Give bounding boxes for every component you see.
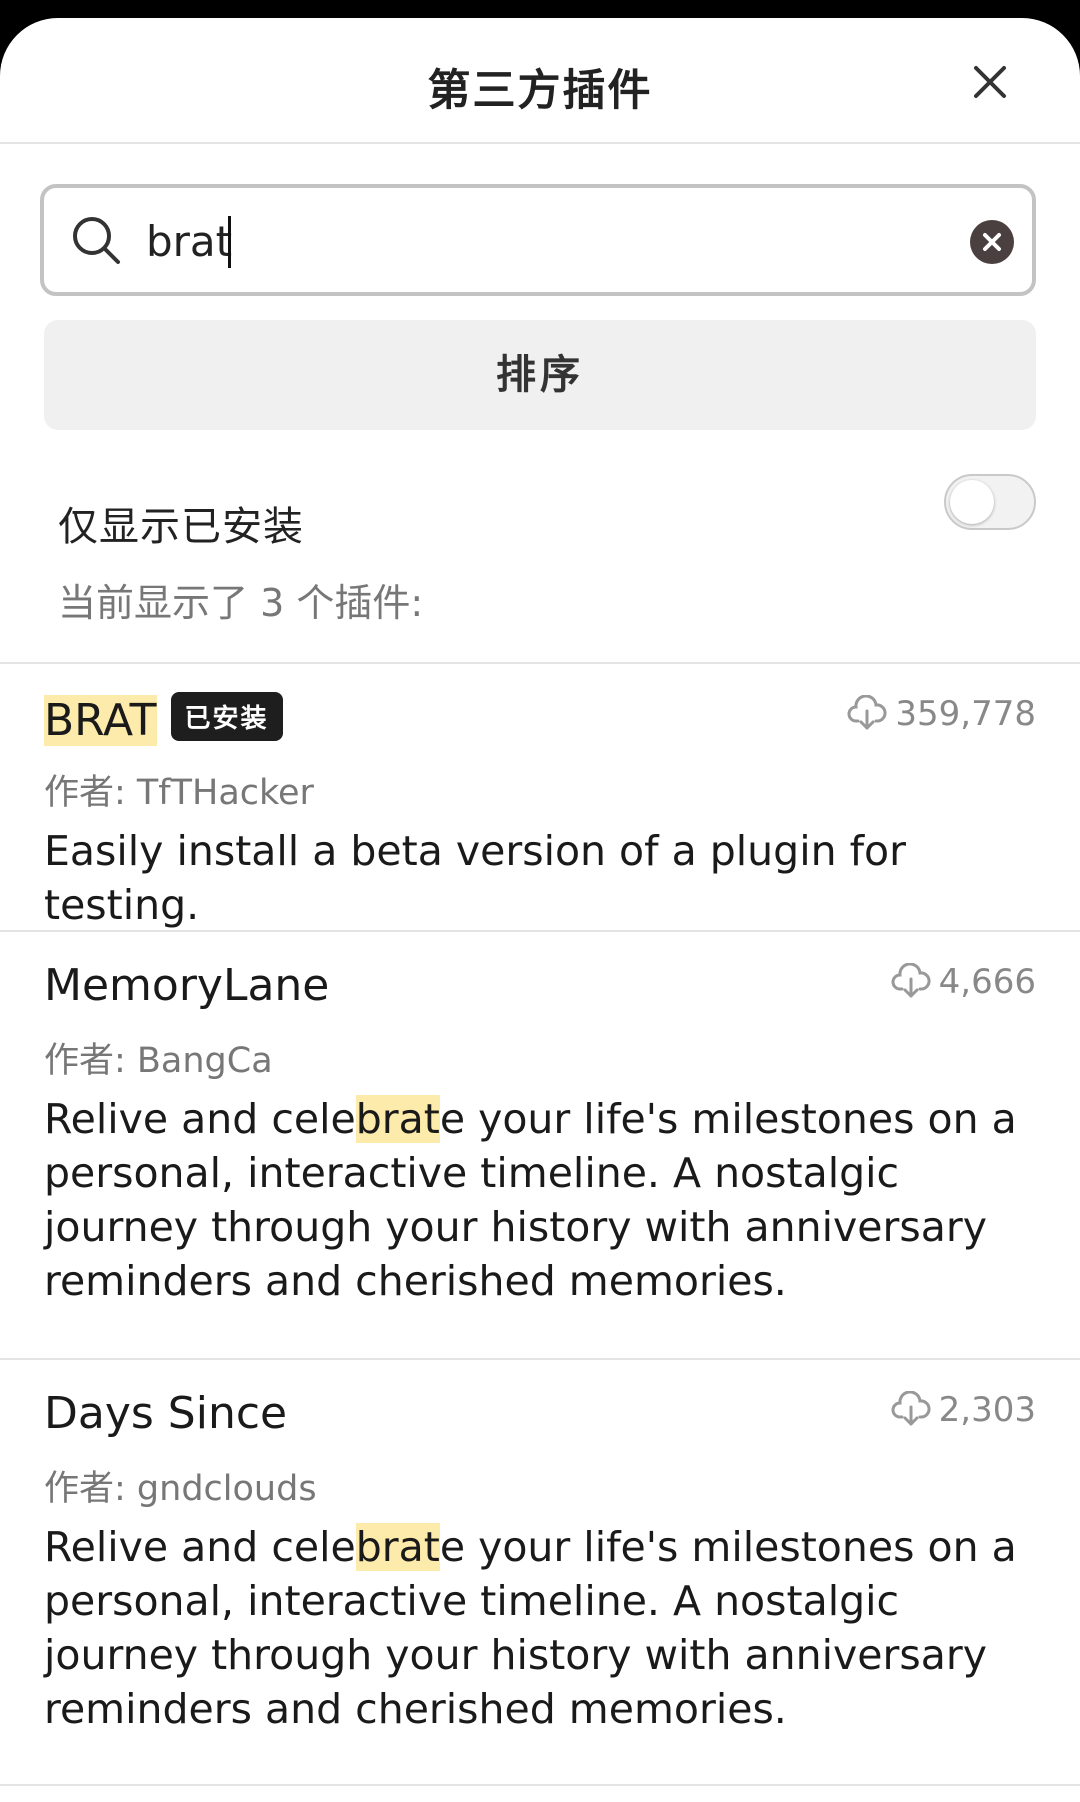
divider (0, 662, 1080, 664)
plugin-sheet: 第三方插件 brat 排序 仅显示已安装 当前显示了 3 个插件: BRAT 已安… (0, 18, 1080, 1802)
clear-icon (983, 233, 1001, 251)
download-count: 4,666 (891, 962, 1036, 1002)
divider (0, 930, 1080, 932)
installed-only-toggle[interactable] (944, 474, 1036, 530)
download-count: 359,778 (847, 694, 1036, 734)
header: 第三方插件 (0, 18, 1080, 144)
plugin-item-brat[interactable]: BRAT 已安装 359,778 作者: TfTHacker Easily ins… (0, 692, 1080, 929)
text-caret (228, 216, 232, 268)
plugin-author: 作者: gndclouds (44, 1469, 317, 1509)
plugin-author: 作者: BangCa (44, 1041, 273, 1081)
download-count: 2,303 (891, 1390, 1036, 1430)
search-icon (73, 217, 120, 264)
divider (0, 1784, 1080, 1786)
plugin-description: Relive and celebrate your life's milesto… (44, 1092, 1034, 1308)
plugin-description: Easily install a beta version of a plugi… (44, 827, 906, 929)
close-icon (974, 66, 1006, 98)
name-highlight: BRAT (44, 695, 157, 746)
download-icon (891, 963, 931, 998)
search-input[interactable]: brat (146, 214, 232, 270)
plugin-name: BRAT 已安装 (44, 692, 283, 746)
download-value: 4,666 (938, 962, 1036, 1002)
desc-highlight: brat (355, 1095, 440, 1143)
download-icon (847, 695, 887, 730)
page-title: 第三方插件 (427, 66, 653, 116)
close-button[interactable] (968, 60, 1012, 104)
plugin-name: Days Since (44, 1388, 288, 1439)
clear-search-button[interactable] (970, 220, 1014, 264)
plugin-author: 作者: TfTHacker (44, 773, 314, 813)
desc-text: Relive and cele (44, 1095, 356, 1143)
plugin-item-days-since[interactable]: Days Since 2,303 作者: gndclouds Relive an… (0, 1388, 1080, 1758)
divider (0, 1358, 1080, 1360)
download-value: 359,778 (895, 694, 1036, 734)
download-icon (891, 1391, 931, 1426)
plugin-description: Relive and celebrate your life's milesto… (44, 1520, 1034, 1736)
installed-badge: 已安装 (170, 692, 283, 741)
results-count: 当前显示了 3 个插件: (58, 581, 424, 625)
desc-highlight: brat (355, 1523, 440, 1571)
plugin-name: MemoryLane (44, 960, 330, 1011)
sort-button[interactable]: 排序 (44, 320, 1036, 430)
desc-text: Relive and cele (44, 1523, 356, 1571)
search-box[interactable]: brat (40, 184, 1036, 296)
search-value: brat (146, 217, 233, 266)
download-value: 2,303 (938, 1390, 1036, 1430)
toggle-knob (950, 480, 994, 524)
installed-only-label: 仅显示已安装 (58, 504, 304, 550)
plugin-item-memorylane[interactable]: MemoryLane 4,666 作者: BangCa Relive and c… (0, 960, 1080, 1330)
